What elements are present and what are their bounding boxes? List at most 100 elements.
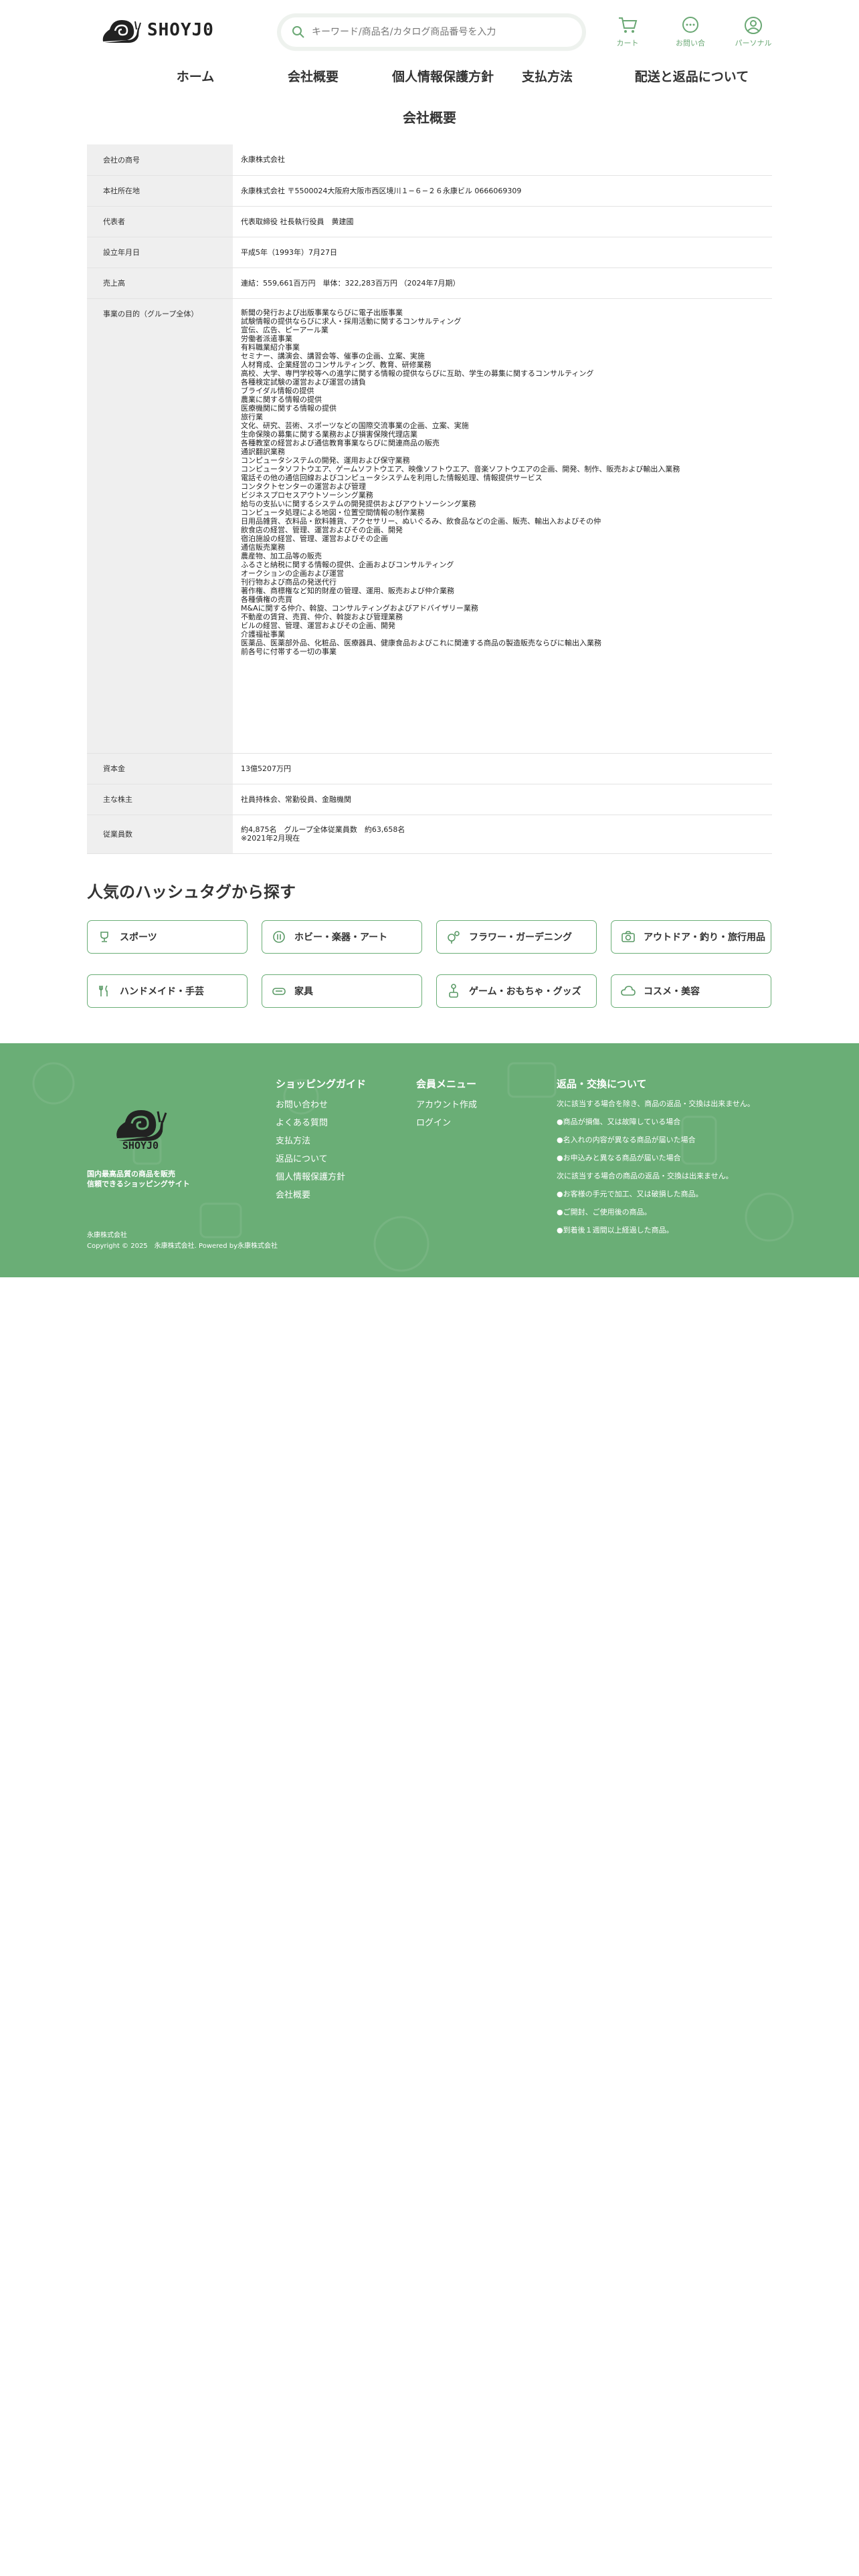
info-row: 事業の目的（グループ全体） 新聞の発行および出版事業ならびに電子出版事業 試験情報の… <box>87 298 772 754</box>
info-value-line: 各種検定試験の運営および運営の請負 <box>241 377 366 387</box>
info-label: 事業の目的（グループ全体） <box>87 298 233 754</box>
info-value-line: 通訳翻訳業務 <box>241 447 285 456</box>
footer-link-privacy[interactable]: 個人情報保護方針 <box>276 1168 366 1186</box>
tag-flower[interactable]: フラワー・ガーデニング <box>436 920 597 954</box>
info-value: 約4,875名 グループ全体従業員数 約63,658名 ※2021年2月現在 <box>233 815 772 854</box>
info-value-line: 代表取締役 社長執行役員 黄建國 <box>241 217 354 226</box>
info-row: 主な株主 社員持株会、常勤役員、金融機関 <box>87 784 772 815</box>
site-logo[interactable]: SHOYJ0 <box>100 15 214 45</box>
tag-label: コスメ・美容 <box>644 986 700 997</box>
info-value-line: M&Aに関する仲介、斡旋、コンサルティングおよびアドバイザリー業務 <box>241 603 478 613</box>
footer-link-login[interactable]: ログイン <box>416 1114 477 1132</box>
nav-payment[interactable]: 支払方法 <box>522 67 573 85</box>
info-value: 13億5207万円 <box>233 753 772 784</box>
tag-outdoor[interactable]: アウトドア・釣り・旅行用品 <box>611 920 771 954</box>
footer-link-returns[interactable]: 返品について <box>276 1150 366 1168</box>
cloud-icon <box>621 984 636 998</box>
camera-icon <box>621 930 636 944</box>
info-value-line: 永康株式会社 〒5500024大阪府大阪市西区境川１−６−２６永康ビル 0666… <box>241 186 522 195</box>
hashtag-section-title: 人気のハッシュタグから探す <box>87 883 296 901</box>
tag-handmade[interactable]: ハンドメイド・手芸 <box>87 974 248 1008</box>
info-row: 代表者 代表取締役 社長執行役員 黄建國 <box>87 206 772 237</box>
footer-member: 会員メニュー アカウント作成 ログイン <box>416 1077 477 1132</box>
info-row: 設立年月日 平成5年（1993年）7月27日 <box>87 237 772 268</box>
account-button[interactable]: パーソナル <box>735 16 772 48</box>
footer-guide: ショッピングガイド お問い合わせ よくある質問 支払方法 返品について 個人情報… <box>276 1077 366 1204</box>
info-value-line: 医薬品、医薬部外品、化粧品、医療器具、健康食品およびこれに関連する商品の製造販売… <box>241 638 601 647</box>
info-row: 資本金 13億5207万円 <box>87 753 772 784</box>
nav-privacy[interactable]: 個人情報保護方針 <box>392 67 494 85</box>
tag-sports[interactable]: スポーツ <box>87 920 248 954</box>
info-value-line: 新聞の発行および出版事業ならびに電子出版事業 <box>241 308 403 317</box>
logo-text: SHOYJ0 <box>147 20 214 40</box>
nav-company[interactable]: 会社概要 <box>288 67 339 85</box>
returns-line: ●ご開封、ご使用後の商品。 <box>557 1208 652 1216</box>
info-value: 新聞の発行および出版事業ならびに電子出版事業 試験情報の提供ならびに求人・採用活動… <box>233 298 772 754</box>
account-label: パーソナル <box>735 39 772 47</box>
info-value-line: コンピュータ処理による地図・位置空間情報の制作業務 <box>241 508 425 517</box>
info-value-line: 平成5年（1993年）7月27日 <box>241 247 337 257</box>
returns-line: ●到着後１週間以上経過した商品。 <box>557 1226 674 1235</box>
info-value-line: 刊行物および商品の発送代行 <box>241 577 337 586</box>
footer-company: 永康株式会社 <box>87 1232 127 1239</box>
sofa-icon <box>272 984 286 998</box>
cart-button[interactable]: カート <box>609 16 646 48</box>
info-value: 社員持株会、常勤役員、金融機関 <box>233 784 772 815</box>
company-info-table: 会社の商号 永康株式会社 本社所在地 永康株式会社 〒5500024大阪府大阪市西区境… <box>87 144 772 854</box>
cart-icon <box>619 17 638 33</box>
tag-label: 家具 <box>294 986 313 997</box>
tag-cosmetics[interactable]: コスメ・美容 <box>611 974 771 1008</box>
footer-link-faq[interactable]: よくある質問 <box>276 1114 366 1132</box>
tag-label: アウトドア・釣り・旅行用品 <box>644 932 765 943</box>
tag-hobby[interactable]: ホビー・楽器・アート <box>262 920 422 954</box>
nav-home[interactable]: ホーム <box>177 67 214 85</box>
returns-line: ●商品が損傷、又は故障している場合 <box>557 1117 681 1126</box>
info-value-line: 有料職業紹介事業 <box>241 342 300 352</box>
info-value-line: コンピュータソフトウエア、ゲームソフトウエア、映像ソフトウエア、音楽ソフトウエア… <box>241 464 680 473</box>
returns-line: 次に該当する場合の商品の返品・交換は出来ません。 <box>557 1172 733 1180</box>
search-bar[interactable] <box>281 17 582 47</box>
footer-link-contact[interactable]: お問い合わせ <box>276 1096 366 1114</box>
footer-tagline: 国内最高品質の商品を販売 信頼できるショッピングサイト <box>87 1169 190 1189</box>
footer-link-payment[interactable]: 支払方法 <box>276 1132 366 1150</box>
info-value-line: コンピュータシステムの開発、運用および保守業務 <box>241 455 410 465</box>
info-label: 従業員数 <box>87 815 233 854</box>
info-value-line: 通信販売業務 <box>241 542 285 552</box>
info-value-line: 給与の支払いに関するシステムの開発提供およびアウトソーシング業務 <box>241 499 476 508</box>
info-value-line: 宿泊施設の経営、管理、運営およびその企画 <box>241 534 388 543</box>
tag-label: ゲーム・おもちゃ・グッズ <box>469 986 581 997</box>
info-value-line: ビジネスプロセスアウトソーシング業務 <box>241 490 373 500</box>
snail-logo-icon <box>102 20 141 43</box>
tagline-line-2: 信頼できるショッピングサイト <box>87 1180 190 1188</box>
returns-line: ●お客様の手元で加工、又は破損した商品。 <box>557 1190 703 1198</box>
info-value-line: 試験情報の提供ならびに求人・採用活動に関するコンサルティング <box>241 316 462 326</box>
info-value: 代表取締役 社長執行役員 黄建國 <box>233 206 772 237</box>
info-value-line: 飲食店の経営、管理、運営およびその企画、開発 <box>241 525 403 534</box>
info-value-line: 農産物、加工品等の販売 <box>241 551 322 560</box>
footer-member-title: 会員メニュー <box>416 1078 477 1090</box>
footer-guide-title: ショッピングガイド <box>276 1078 367 1090</box>
info-row: 本社所在地 永康株式会社 〒5500024大阪府大阪市西区境川１−６−２６永康ビル… <box>87 175 772 207</box>
info-value-line: 13億5207万円 <box>241 764 291 773</box>
info-label: 売上高 <box>87 267 233 299</box>
tag-furniture[interactable]: 家具 <box>262 974 422 1008</box>
search-input[interactable] <box>312 27 566 37</box>
info-label: 会社の商号 <box>87 144 233 176</box>
utensils-icon <box>97 984 112 998</box>
info-value-line: オークションの企画および運営 <box>241 568 344 578</box>
nav-shipping-returns[interactable]: 配送と返品について <box>635 67 749 85</box>
info-value-line: 医療機関に関する情報の提供 <box>241 403 337 413</box>
footer-link-register[interactable]: アカウント作成 <box>416 1096 477 1114</box>
info-value-line: ※2021年2月現在 <box>241 834 300 843</box>
info-value-line: 介護福祉事業 <box>241 629 285 639</box>
contact-button[interactable]: お問い合 <box>672 16 709 48</box>
info-value-line: ビルの経営、管理、運営およびその企画、開発 <box>241 621 395 630</box>
tag-label: フラワー・ガーデニング <box>469 932 572 943</box>
footer-link-company[interactable]: 会社概要 <box>276 1186 366 1204</box>
info-value: 連結：559,661百万円 単体：322,283百万円 （2024年7月期） <box>233 267 772 299</box>
tag-games[interactable]: ゲーム・おもちゃ・グッズ <box>436 974 597 1008</box>
info-label: 本社所在地 <box>87 175 233 207</box>
returns-line: 次に該当する場合を除き、商品の返品・交換は出来ません。 <box>557 1099 755 1108</box>
info-label: 資本金 <box>87 753 233 784</box>
footer-logo[interactable]: SHOYJ0 <box>104 1103 177 1153</box>
